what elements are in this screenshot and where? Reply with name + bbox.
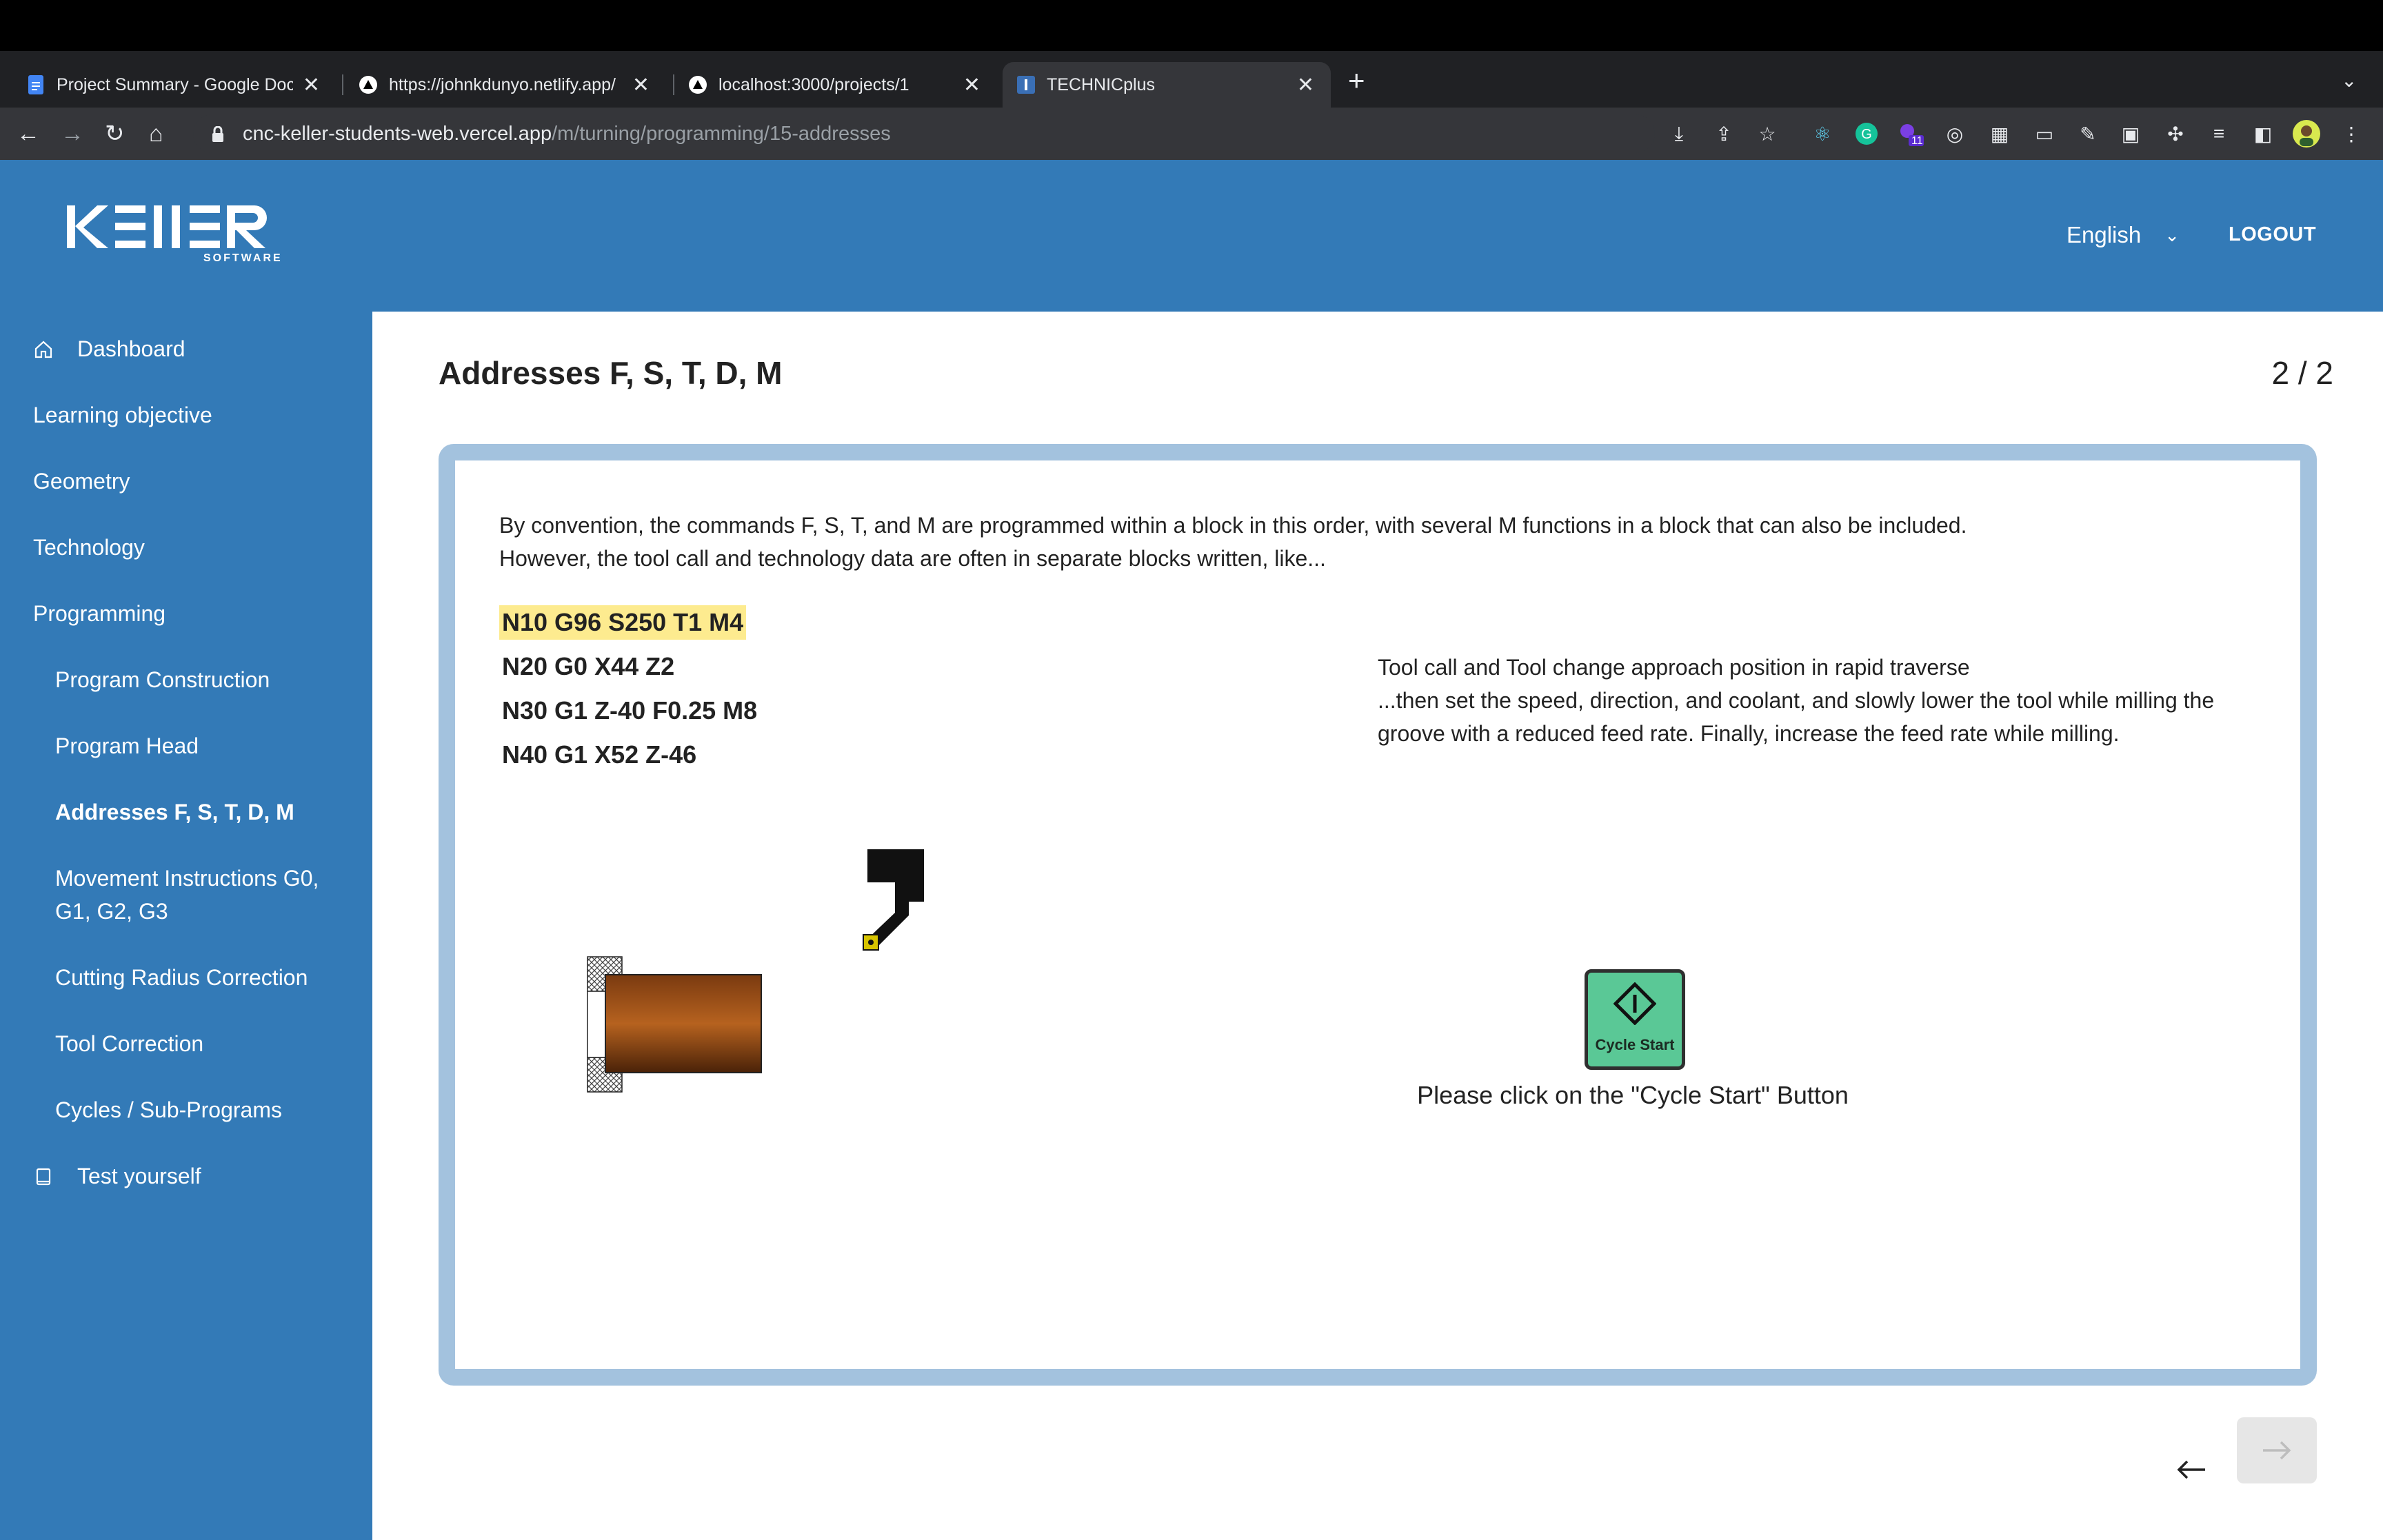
tab-title: TECHNICplus bbox=[1047, 74, 1155, 94]
sidebar-item-tool-correction[interactable]: Tool Correction bbox=[55, 1027, 345, 1060]
sidebar-item-test-yourself[interactable]: Test yourself bbox=[77, 1159, 201, 1193]
lesson-card: By convention, the commands F, S, T, and… bbox=[439, 444, 2317, 1386]
sidebar-item-program-construction[interactable]: Program Construction bbox=[55, 663, 345, 696]
page-title: Addresses F, S, T, D, M bbox=[439, 355, 783, 391]
app-root: SOFTWARE English ⌄ LOGOUT Dashboard Lear… bbox=[0, 160, 2383, 1540]
lock-icon bbox=[211, 125, 225, 142]
tab-google-docs[interactable]: Project Summary - Google Docs ✕ bbox=[12, 62, 336, 108]
cycle-start-hint: Please click on the "Cycle Start" Button bbox=[1417, 1081, 1849, 1109]
close-tab-icon[interactable]: ✕ bbox=[1297, 73, 1314, 97]
intro-line-2: However, the tool call and technology da… bbox=[499, 546, 1326, 571]
extension-badge-icon[interactable]: 11 bbox=[1896, 120, 1924, 148]
sidebar-item-movement-instructions[interactable]: Movement Instructions G0, G1, G2, G3 bbox=[55, 862, 345, 928]
chuck-body bbox=[587, 991, 606, 1058]
technicplus-icon bbox=[1016, 75, 1036, 94]
code-line-n20: N20 G0 X44 Z2 bbox=[502, 652, 675, 680]
lathe-simulation bbox=[587, 956, 762, 1093]
sidebar-item-cycles[interactable]: Cycles / Sub-Programs bbox=[55, 1093, 345, 1126]
tab-localhost[interactable]: localhost:3000/projects/1 ✕ bbox=[674, 62, 997, 108]
more-menu-icon[interactable]: ⋮ bbox=[2337, 120, 2365, 148]
next-page-button[interactable] bbox=[2237, 1417, 2317, 1483]
intro-text: By convention, the commands F, S, T, and… bbox=[499, 509, 2223, 575]
workpiece bbox=[605, 974, 762, 1073]
reload-icon[interactable]: ↻ bbox=[105, 121, 125, 146]
cycle-start-icon bbox=[1613, 982, 1656, 1025]
url-host: cnc-keller-students-web.vercel.app bbox=[243, 122, 552, 145]
logout-button[interactable]: LOGOUT bbox=[2229, 223, 2316, 246]
tab-divider bbox=[342, 74, 343, 95]
sidebar-item-program-head[interactable]: Program Head bbox=[55, 729, 345, 762]
explain-line-2: ...then set the speed, direction, and co… bbox=[1378, 688, 2215, 746]
page-counter: 2 / 2 bbox=[2271, 355, 2333, 391]
sidebar-item-cutting-radius-correction[interactable]: Cutting Radius Correction bbox=[55, 961, 345, 994]
app-header: SOFTWARE English ⌄ LOGOUT bbox=[0, 160, 2383, 312]
tab-netlify[interactable]: https://johnkdunyo.netlify.app/ ✕ bbox=[345, 62, 666, 108]
share-icon[interactable]: ⇪ bbox=[1710, 120, 1738, 148]
forward-arrow-icon[interactable]: → bbox=[61, 121, 84, 146]
install-icon[interactable]: ⤓ bbox=[1665, 120, 1693, 148]
arrow-right-icon bbox=[2263, 1441, 2291, 1460]
target-icon[interactable]: ◎ bbox=[1941, 120, 1969, 148]
home-icon bbox=[33, 339, 54, 360]
previous-page-button[interactable] bbox=[2164, 1442, 2219, 1497]
grammarly-icon[interactable]: G bbox=[1853, 120, 1880, 148]
pen-icon[interactable]: ✎ bbox=[2074, 120, 2102, 148]
tab-title: Project Summary - Google Docs bbox=[57, 74, 293, 94]
chevron-down-icon[interactable]: ⌄ bbox=[2341, 69, 2357, 92]
media-icon[interactable]: ≡ bbox=[2205, 120, 2233, 148]
logo-subtitle: SOFTWARE bbox=[203, 252, 283, 264]
camera-icon[interactable]: ▣ bbox=[2117, 120, 2144, 148]
sidebar: Dashboard Learning objective Geometry Te… bbox=[0, 312, 372, 1540]
sidebar-item-geometry[interactable]: Geometry bbox=[33, 465, 130, 498]
vercel-icon bbox=[688, 75, 707, 94]
sidebar-item-addresses[interactable]: Addresses F, S, T, D, M bbox=[55, 796, 345, 829]
sidebar-item-technology[interactable]: Technology bbox=[33, 531, 145, 564]
sidebar-item-programming[interactable]: Programming bbox=[33, 597, 165, 630]
close-tab-icon[interactable]: ✕ bbox=[632, 73, 650, 97]
language-select[interactable]: English ⌄ bbox=[2067, 222, 2180, 248]
explain-line-1: Tool call and Tool change approach posit… bbox=[1378, 655, 1970, 680]
new-tab-button[interactable]: + bbox=[1348, 66, 1365, 95]
url-path: /m/turning/programming/15-addresses bbox=[552, 122, 891, 145]
browser-tab-bar: Project Summary - Google Docs ✕ https://… bbox=[0, 51, 2383, 108]
tab-title: localhost:3000/projects/1 bbox=[718, 74, 909, 94]
address-bar[interactable]: cnc-keller-students-web.vercel.app/m/tur… bbox=[193, 114, 1655, 153]
book-icon bbox=[33, 1166, 54, 1187]
svg-text:G: G bbox=[1861, 127, 1872, 142]
react-devtools-icon[interactable]: ⚛ bbox=[1809, 120, 1836, 148]
code-line-n30: N30 G1 Z-40 F0.25 M8 bbox=[502, 696, 758, 725]
side-panel-icon[interactable]: ◧ bbox=[2249, 120, 2277, 148]
close-tab-icon[interactable]: ✕ bbox=[963, 73, 981, 97]
window-top-bar bbox=[0, 0, 2383, 51]
keller-logo[interactable]: SOFTWARE bbox=[66, 203, 293, 272]
calendar-icon[interactable]: ▦ bbox=[1986, 120, 2013, 148]
code-line-n10: N10 G96 S250 T1 M4 bbox=[499, 605, 747, 640]
tab-title: https://johnkdunyo.netlify.app/ bbox=[389, 74, 616, 94]
netlify-icon bbox=[359, 75, 378, 94]
chevron-down-icon: ⌄ bbox=[2164, 224, 2180, 245]
puzzle-icon[interactable]: ✣ bbox=[2162, 120, 2189, 148]
home-icon[interactable]: ⌂ bbox=[149, 121, 163, 146]
extension-badge-count: 11 bbox=[1911, 135, 1923, 147]
main-content: Addresses F, S, T, D, M 2 / 2 By convent… bbox=[372, 312, 2383, 1540]
cycle-start-button[interactable]: Cycle Start bbox=[1585, 969, 1685, 1070]
sidebar-item-dashboard[interactable]: Dashboard bbox=[77, 332, 185, 365]
arrow-left-icon bbox=[2177, 1460, 2205, 1479]
code-line-n40: N40 G1 X52 Z-46 bbox=[502, 740, 697, 769]
google-docs-icon bbox=[26, 75, 46, 94]
cycle-start-label: Cycle Start bbox=[1595, 1036, 1675, 1053]
star-icon[interactable]: ☆ bbox=[1753, 120, 1781, 148]
back-arrow-icon[interactable]: ← bbox=[17, 121, 40, 146]
tab-technicplus[interactable]: TECHNICplus ✕ bbox=[1003, 62, 1331, 108]
screen-icon[interactable]: ▭ bbox=[2031, 120, 2058, 148]
tool-holder bbox=[866, 849, 924, 949]
turning-tool bbox=[863, 849, 924, 951]
browser-toolbar: ← → ↻ ⌂ cnc-keller-students-web.vercel.a… bbox=[0, 108, 2383, 160]
sidebar-item-learning-objective[interactable]: Learning objective bbox=[33, 398, 212, 432]
language-label: English bbox=[2067, 222, 2142, 247]
intro-line-1: By convention, the commands F, S, T, and… bbox=[499, 513, 1967, 538]
close-tab-icon[interactable]: ✕ bbox=[303, 73, 320, 97]
avatar[interactable] bbox=[2293, 120, 2320, 148]
explanation-text: Tool call and Tool change approach posit… bbox=[1378, 651, 2274, 750]
